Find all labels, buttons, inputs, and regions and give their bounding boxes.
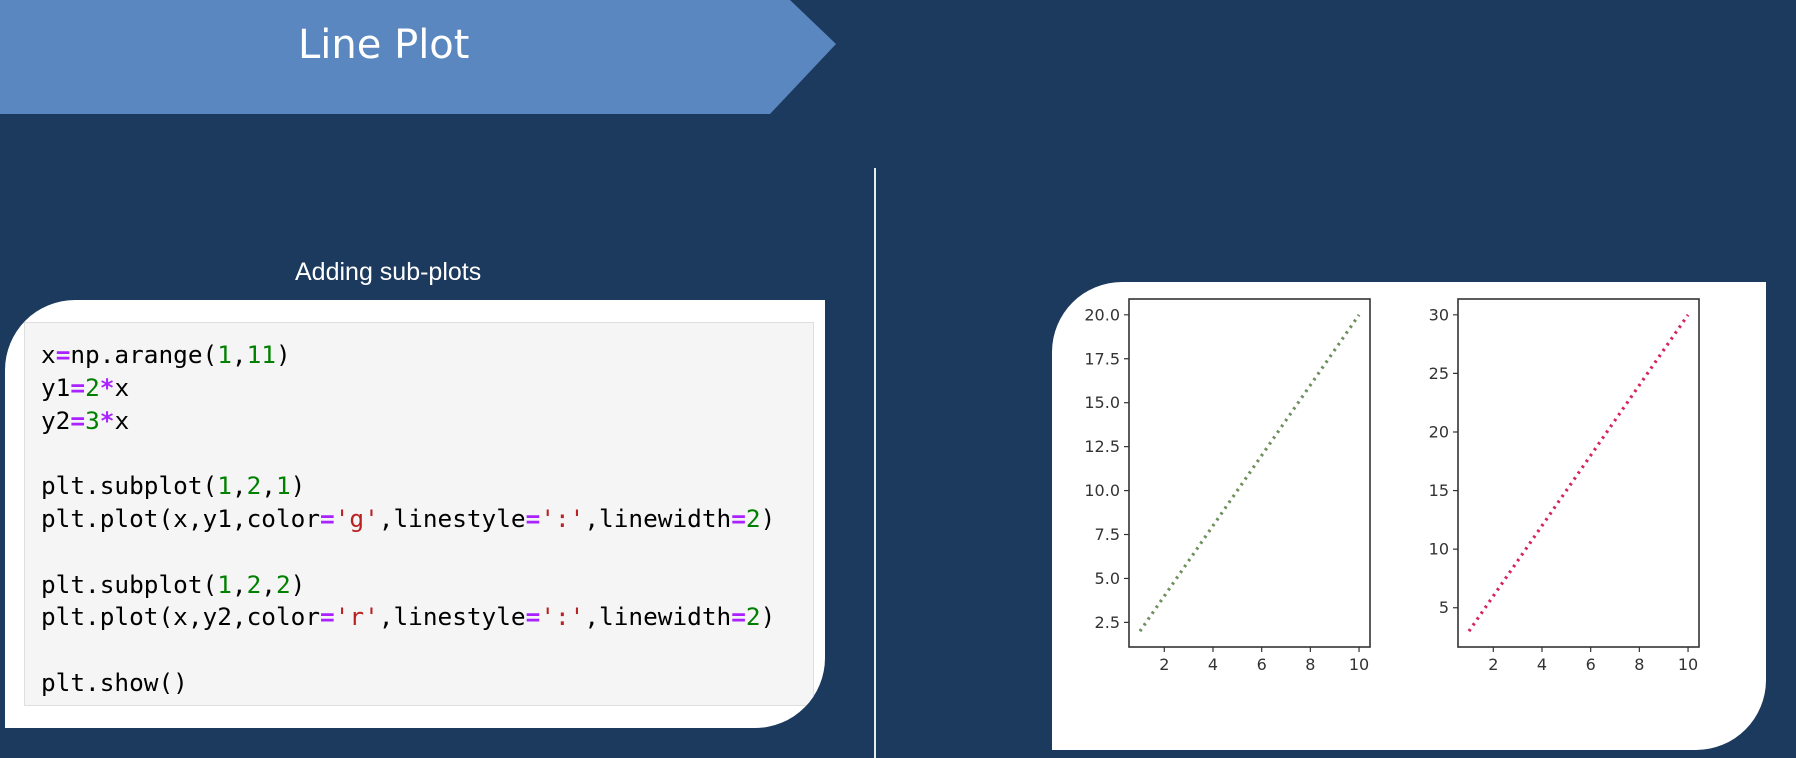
y-tick-label: 5 (1439, 598, 1449, 617)
x-tick-label: 2 (1159, 655, 1169, 674)
code-token: plt.plot(x,y2,color (41, 602, 321, 632)
code-token: = (70, 372, 86, 402)
code-block: x=np.arange(1,11) y1=2*x y2=3*x plt.subplo… (41, 339, 775, 700)
code-token: 1 (217, 569, 232, 599)
code-token: * (99, 372, 115, 402)
subplots-figure: 2 4 6 8 10 2.5 5.0 7.5 10.0 12.5 15.0 17.5 20.0 2 4 6 8 1… (1084, 298, 1700, 674)
code-token: 2 (275, 569, 291, 599)
x-tick-label: 2 (1488, 655, 1498, 674)
x-tick-label: 4 (1208, 655, 1218, 674)
code-token: = (731, 503, 746, 533)
code-token: = (70, 405, 86, 435)
code-token: 2 (85, 372, 100, 402)
code-token: plt.subplot( (41, 569, 218, 599)
code-token: = (525, 503, 541, 533)
code-token: , (231, 340, 247, 369)
y-tick-label: 7.5 (1095, 525, 1120, 544)
code-cell[interactable]: x=np.arange(1,11) y1=2*x y2=3*x plt.subplo… (24, 322, 814, 706)
y-tick-label: 15.0 (1084, 393, 1120, 412)
y-tick-label: 17.5 (1084, 349, 1120, 368)
subplot-1: 2 4 6 8 10 2.5 5.0 7.5 10.0 12.5 15.0 17.5 20.0 (1084, 298, 1371, 674)
y-tick-label: 20 (1429, 422, 1449, 441)
y-tick-label: 2.5 (1095, 613, 1120, 632)
subplot-2: 2 4 6 8 10 5 10 15 20 25 30 (1429, 298, 1700, 674)
code-token: = (320, 602, 335, 632)
code-token: x (41, 340, 56, 369)
code-token: 2 (246, 471, 262, 501)
code-token: ,linewidth (584, 503, 732, 533)
code-token: ,linewidth (584, 602, 732, 632)
code-token: 3 (85, 405, 100, 435)
code-token: 11 (246, 340, 276, 369)
code-token: x (114, 405, 130, 435)
code-token: 2 (745, 602, 761, 632)
code-token: ) (290, 569, 306, 599)
y-tick-label: 10.0 (1084, 481, 1120, 500)
code-line: plt.subplot(1,2,2) (41, 569, 775, 602)
code-token: ) (290, 471, 306, 501)
y-tick-label: 25 (1429, 364, 1449, 383)
x-tick-label: 8 (1305, 655, 1315, 674)
code-token: np.arange( (70, 340, 218, 369)
code-token: , (231, 569, 247, 599)
x-tick-label: 10 (1349, 655, 1369, 674)
y-tick-label: 20.0 (1084, 305, 1120, 324)
code-line: plt.show() (41, 667, 775, 700)
vertical-divider (874, 168, 876, 758)
code-token: y1 (41, 372, 71, 402)
y-tick-label: 5.0 (1095, 569, 1120, 588)
code-token: x (114, 372, 130, 402)
code-token: plt.plot(x,y1,color (41, 503, 321, 533)
code-token: ) (275, 340, 291, 369)
code-line: y1=2*x (41, 372, 775, 405)
y-tick-label: 10 (1429, 540, 1449, 559)
code-line: plt.plot(x,y2,color='r',linestyle=':',li… (41, 601, 775, 634)
code-line: y2=3*x (41, 405, 775, 438)
code-token: , (261, 569, 276, 599)
code-line: plt.plot(x,y1,color='g',linestyle=':',li… (41, 503, 775, 536)
code-token: = (320, 503, 335, 533)
y-tick-label: 30 (1429, 305, 1449, 324)
slide-subtitle: Adding sub-plots (295, 258, 482, 286)
code-token: ) (760, 503, 776, 533)
code-token: 'g' (334, 503, 379, 533)
code-token: ,linestyle (378, 602, 526, 632)
title-banner: Line Plot (0, 0, 840, 114)
code-line: x=np.arange(1,11) (41, 339, 775, 372)
y-tick-label: 15 (1429, 481, 1449, 500)
code-token: 2 (246, 569, 262, 599)
code-token: plt.subplot( (41, 471, 218, 501)
code-token: = (525, 602, 541, 632)
code-token: ) (760, 602, 776, 632)
code-token: 'r' (334, 602, 379, 632)
code-token: plt.show() (41, 667, 188, 697)
code-token: ':' (540, 602, 585, 632)
code-token: 1 (217, 340, 232, 369)
code-token: 1 (275, 471, 291, 501)
code-token: y2 (41, 405, 71, 435)
x-tick-label: 8 (1634, 655, 1644, 674)
code-line: plt.subplot(1,2,1) (41, 470, 775, 503)
code-token: ,linestyle (378, 503, 526, 533)
x-tick-label: 6 (1586, 655, 1596, 674)
plot-card: 2 4 6 8 10 2.5 5.0 7.5 10.0 12.5 15.0 17.5 20.0 2 4 6 8 1… (1052, 282, 1766, 750)
slide-title: Line Plot (298, 22, 470, 68)
y-tick-label: 12.5 (1084, 437, 1120, 456)
code-token: 2 (745, 503, 761, 533)
code-token: , (261, 471, 276, 501)
x-tick-label: 4 (1537, 655, 1547, 674)
code-card: x=np.arange(1,11) y1=2*x y2=3*x plt.subplo… (5, 300, 825, 728)
code-token: = (731, 602, 746, 632)
code-token: , (231, 471, 247, 501)
code-token: * (99, 405, 115, 435)
x-tick-label: 10 (1678, 655, 1698, 674)
code-token: = (55, 340, 71, 369)
code-token: 1 (217, 471, 232, 501)
code-token: ':' (540, 503, 585, 533)
x-tick-label: 6 (1257, 655, 1267, 674)
